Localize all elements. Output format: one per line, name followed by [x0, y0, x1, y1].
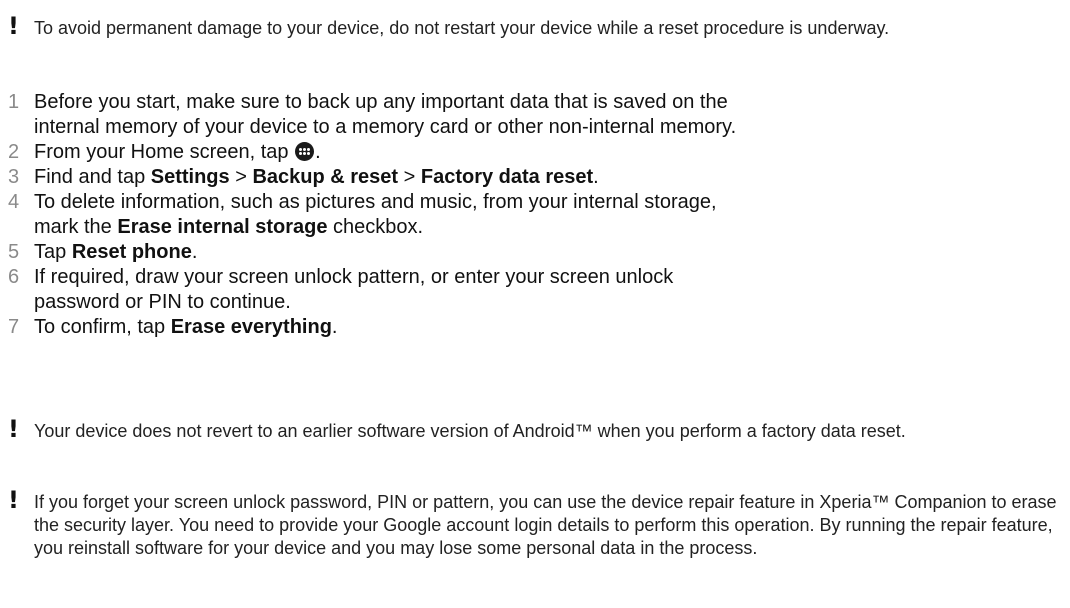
step-number: 3 — [8, 166, 20, 188]
step-3: 3 Find and tap Settings > Backup & reset… — [0, 165, 1070, 190]
info-note-text: If you forget your screen unlock passwor… — [34, 492, 1057, 558]
step-number: 1 — [8, 91, 20, 113]
path-separator: > — [398, 166, 421, 188]
step-line: mark the Erase internal storage checkbox… — [34, 215, 1064, 240]
step-text: To delete information, such as pictures … — [34, 190, 1064, 240]
reset-steps-list: 1 Before you start, make sure to back up… — [0, 90, 1070, 340]
step-text-end: . — [593, 166, 599, 188]
exclamation-icon: ! — [8, 12, 19, 40]
exclamation-icon: ! — [8, 486, 19, 514]
step-text: From your Home screen, tap . — [34, 140, 1064, 165]
reset-phone-label: Reset phone — [71, 241, 192, 263]
step-text: To confirm, tap Erase everything. — [34, 315, 1064, 340]
step-number: 7 — [8, 316, 20, 338]
step-number: 6 — [8, 266, 20, 288]
menu-path-factory-data-reset: Factory data reset — [420, 166, 594, 188]
step-text: Before you start, make sure to back up a… — [34, 90, 1064, 140]
step-text-pre: mark the — [34, 216, 118, 238]
step-line: password or PIN to continue. — [34, 291, 291, 313]
menu-path-settings: Settings — [150, 166, 230, 188]
step-6: 6 If required, draw your screen unlock p… — [0, 265, 1070, 315]
step-number: 5 — [8, 241, 20, 263]
erase-internal-storage-label: Erase internal storage — [117, 216, 328, 238]
warning-note-text: To avoid permanent damage to your device… — [34, 18, 890, 38]
step-text-pre: To confirm, tap — [34, 316, 171, 338]
step-line: To delete information, such as pictures … — [34, 191, 717, 213]
step-text: Tap Reset phone. — [34, 240, 1064, 265]
info-note-text: Your device does not revert to an earlie… — [34, 421, 906, 441]
path-separator: > — [229, 166, 253, 188]
exclamation-icon: ! — [8, 415, 19, 443]
step-text-after: . — [315, 141, 321, 163]
step-text: If required, draw your screen unlock pat… — [34, 265, 1064, 315]
step-5: 5 Tap Reset phone. — [0, 240, 1070, 265]
step-7: 7 To confirm, tap Erase everything. — [0, 315, 1070, 340]
step-line: internal memory of your device to a memo… — [34, 116, 737, 138]
step-text-post: checkbox. — [327, 216, 424, 238]
step-text-before: From your Home screen, tap — [34, 141, 295, 163]
step-text: Find and tap Settings > Backup & reset >… — [34, 165, 1064, 190]
step-line: If required, draw your screen unlock pat… — [34, 266, 674, 288]
step-text-pre: Tap — [34, 241, 72, 263]
erase-everything-label: Erase everything — [170, 316, 332, 338]
step-number: 2 — [8, 141, 20, 163]
menu-path-backup-reset: Backup & reset — [252, 166, 399, 188]
step-2: 2 From your Home screen, tap . — [0, 140, 1070, 165]
step-4: 4 To delete information, such as picture… — [0, 190, 1070, 240]
step-line: Before you start, make sure to back up a… — [34, 91, 728, 113]
step-1: 1 Before you start, make sure to back up… — [0, 90, 1070, 140]
apps-menu-icon — [295, 142, 315, 161]
step-number: 4 — [8, 191, 20, 213]
step-text-pre: Find and tap — [34, 166, 151, 188]
step-text-post: . — [331, 316, 338, 338]
step-text-post: . — [191, 241, 198, 263]
